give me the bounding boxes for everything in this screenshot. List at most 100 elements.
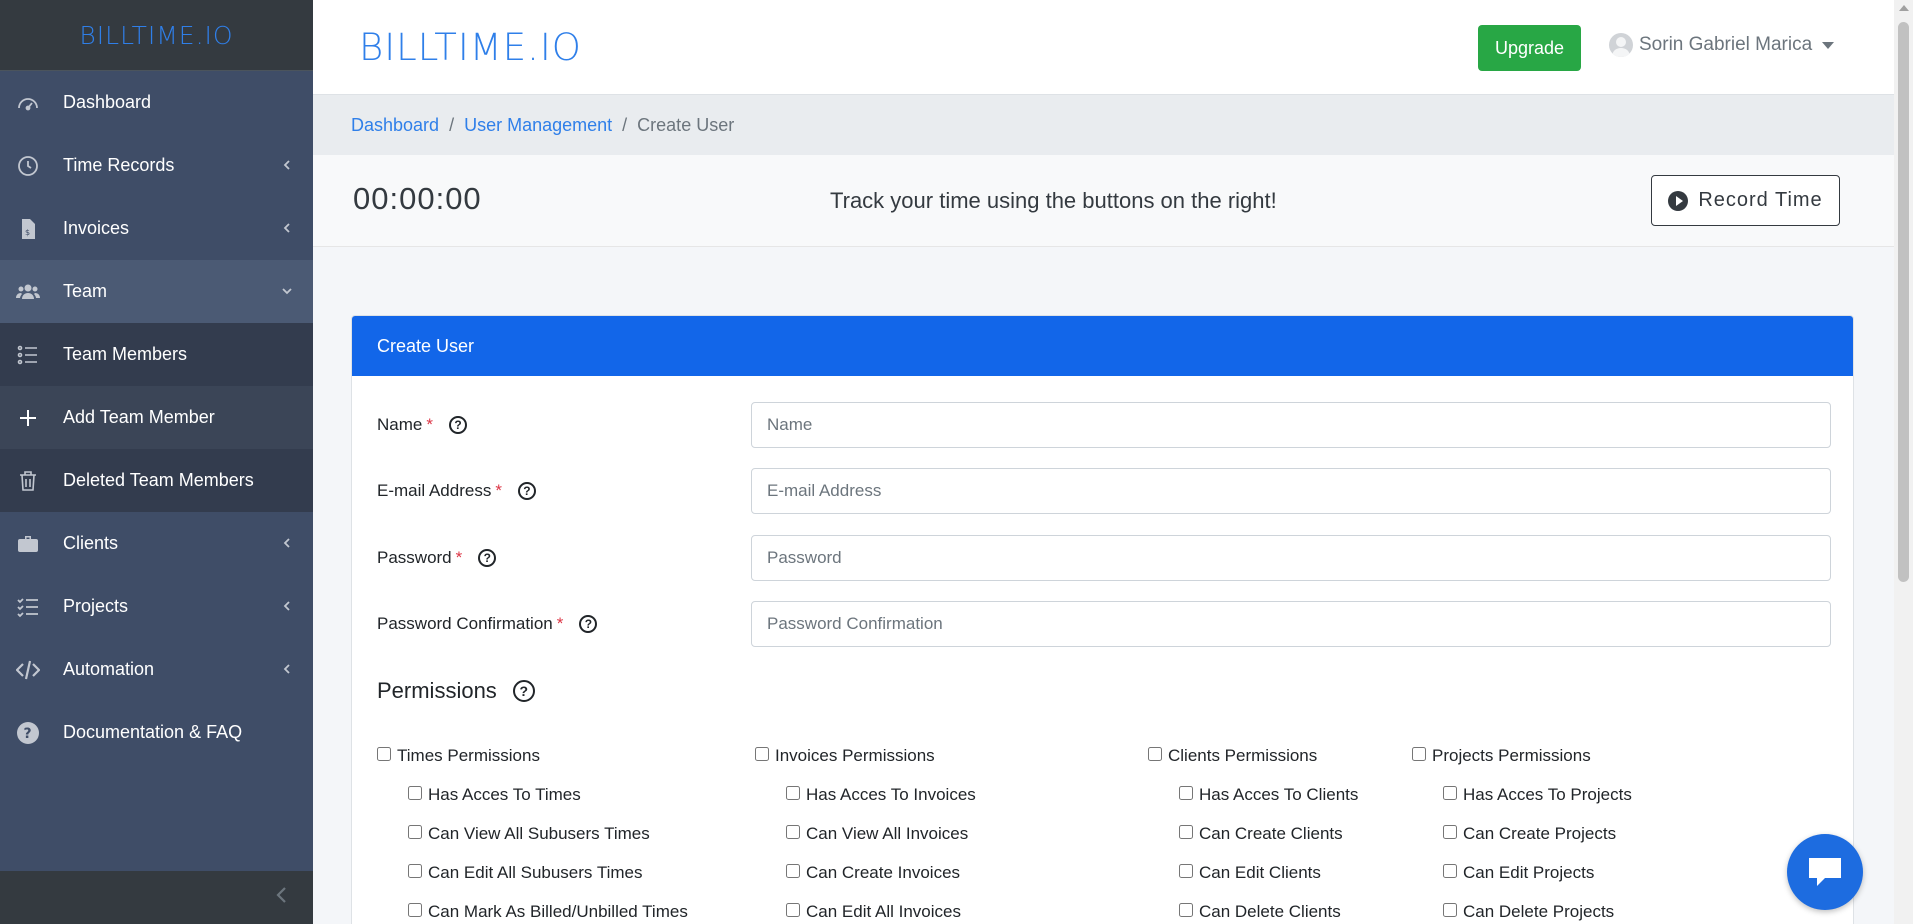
perm-view-all-invoices[interactable]: Can View All Invoices [755,814,976,853]
perm-has-access-times[interactable]: Has Acces To Times [377,775,688,814]
perm-has-access-invoices[interactable]: Has Acces To Invoices [755,775,976,814]
sidebar-item-dashboard[interactable]: Dashboard [0,71,313,134]
checkbox[interactable] [1179,863,1193,878]
checkbox[interactable] [1443,824,1457,839]
help-icon[interactable]: ? [448,416,467,434]
invoice-icon: $ [14,217,42,241]
required-mark: * [556,614,564,633]
checkbox[interactable] [786,863,800,878]
checkbox[interactable] [408,824,422,839]
perm-edit-clients[interactable]: Can Edit Clients [1148,853,1358,892]
checkbox[interactable] [1443,785,1457,800]
page-scrollbar[interactable] [1894,0,1913,924]
password-input[interactable] [751,535,1831,581]
name-row: Name * ? [377,402,1831,448]
sidebar-item-projects[interactable]: Projects [0,575,313,638]
chat-widget-button[interactable] [1787,834,1863,910]
checkbox[interactable] [755,746,769,761]
scroll-up-arrow-icon[interactable] [1899,5,1909,11]
required-mark: * [455,548,463,567]
tasks-icon [14,595,42,619]
required-mark: * [426,415,433,434]
checkbox[interactable] [408,785,422,800]
password-confirmation-input[interactable] [751,601,1831,647]
scrollbar-thumb[interactable] [1898,22,1909,582]
sidebar-item-clients[interactable]: Clients [0,512,313,575]
chevron-left-icon [281,599,293,615]
checkbox-label: Can Create Invoices [806,862,961,882]
breadcrumb-current: Create User [637,114,735,135]
breadcrumb-user-management[interactable]: User Management [464,115,612,136]
email-input[interactable] [751,468,1831,514]
checkbox-label: Can Create Projects [1463,823,1617,843]
perm-create-projects[interactable]: Can Create Projects [1412,814,1632,853]
field-label-text: Password [377,548,452,567]
breadcrumb-separator: / [449,114,455,135]
times-permissions-checkbox[interactable]: Times Permissions [377,736,688,775]
perm-create-clients[interactable]: Can Create Clients [1148,814,1358,853]
breadcrumb-dashboard[interactable]: Dashboard [351,115,439,136]
perm-delete-projects[interactable]: Can Delete Projects [1412,892,1632,924]
upgrade-button[interactable]: Upgrade [1478,25,1581,71]
perm-has-access-projects[interactable]: Has Acces To Projects [1412,775,1632,814]
chat-bubble-icon [1809,858,1841,886]
perm-create-invoices[interactable]: Can Create Invoices [755,853,976,892]
help-icon[interactable]: ? [517,482,536,500]
record-time-button[interactable]: Record Time [1651,175,1840,226]
perm-edit-all-subusers-times[interactable]: Can Edit All Subusers Times [377,853,688,892]
user-menu-dropdown[interactable]: Sorin Gabriel Marica [1609,33,1835,57]
checkbox[interactable] [1443,863,1457,878]
projects-permissions-checkbox[interactable]: Projects Permissions [1412,736,1632,775]
sidebar-item-deleted-team-members[interactable]: Deleted Team Members [0,449,313,512]
permissions-heading: Permissions ? [377,678,535,704]
checkbox[interactable] [1412,746,1426,761]
checkbox[interactable] [1179,785,1193,800]
checkbox[interactable] [786,902,800,917]
perm-edit-all-invoices[interactable]: Can Edit All Invoices [755,892,976,924]
clock-icon [14,154,42,178]
main-logo[interactable]: BILLTIME.IO [359,26,582,69]
help-icon[interactable]: ? [579,615,598,633]
sidebar-brand[interactable]: BILLTIME.IO [0,0,313,71]
checkbox[interactable] [786,824,800,839]
perm-delete-clients[interactable]: Can Delete Clients [1148,892,1358,924]
sidebar-nav: Dashboard Time Records $ Invoices Team T… [0,71,313,764]
sidebar-collapse-button[interactable] [0,871,313,924]
clients-permissions-checkbox[interactable]: Clients Permissions [1148,736,1358,775]
perm-view-all-subusers-times[interactable]: Can View All Subusers Times [377,814,688,853]
user-name: Sorin Gabriel Marica [1639,34,1813,55]
sidebar-item-time-records[interactable]: Time Records [0,134,313,197]
sidebar-item-documentation[interactable]: ? Documentation & FAQ [0,701,313,764]
checkbox[interactable] [786,785,800,800]
checkbox-label: Can Mark As Billed/Unbilled Times [428,901,688,921]
chevron-left-icon [281,158,293,174]
breadcrumb: Dashboard / User Management / Create Use… [313,95,1894,155]
sidebar-item-team[interactable]: Team [0,260,313,323]
help-icon[interactable]: ? [512,680,535,702]
email-label: E-mail Address * ? [377,481,536,501]
sidebar-item-invoices[interactable]: $ Invoices [0,197,313,260]
perm-mark-billed-times[interactable]: Can Mark As Billed/Unbilled Times [377,892,688,924]
invoices-permissions-checkbox[interactable]: Invoices Permissions [755,736,976,775]
checkbox[interactable] [408,902,422,917]
perm-has-access-clients[interactable]: Has Acces To Clients [1148,775,1358,814]
field-label-text: Name [377,415,423,434]
checkbox[interactable] [1179,902,1193,917]
checkbox[interactable] [408,863,422,878]
checkbox[interactable] [1179,824,1193,839]
name-input[interactable] [751,402,1831,448]
checkbox-label: Can Create Clients [1199,823,1343,843]
sidebar: BILLTIME.IO Dashboard Time Records $ Inv… [0,0,313,924]
sidebar-item-automation[interactable]: Automation [0,638,313,701]
checkbox[interactable] [1443,902,1457,917]
sidebar-item-add-team-member[interactable]: Add Team Member [0,386,313,449]
help-icon[interactable]: ? [478,549,497,567]
sidebar-item-label: Time Records [63,155,175,175]
checkbox[interactable] [377,746,391,761]
checkbox-label: Times Permissions [397,745,540,765]
perm-edit-projects[interactable]: Can Edit Projects [1412,853,1632,892]
sidebar-item-team-members[interactable]: Team Members [0,323,313,386]
svg-text:$: $ [25,228,30,237]
checkbox[interactable] [1148,746,1162,761]
checkbox-label: Can View All Invoices [806,823,969,843]
